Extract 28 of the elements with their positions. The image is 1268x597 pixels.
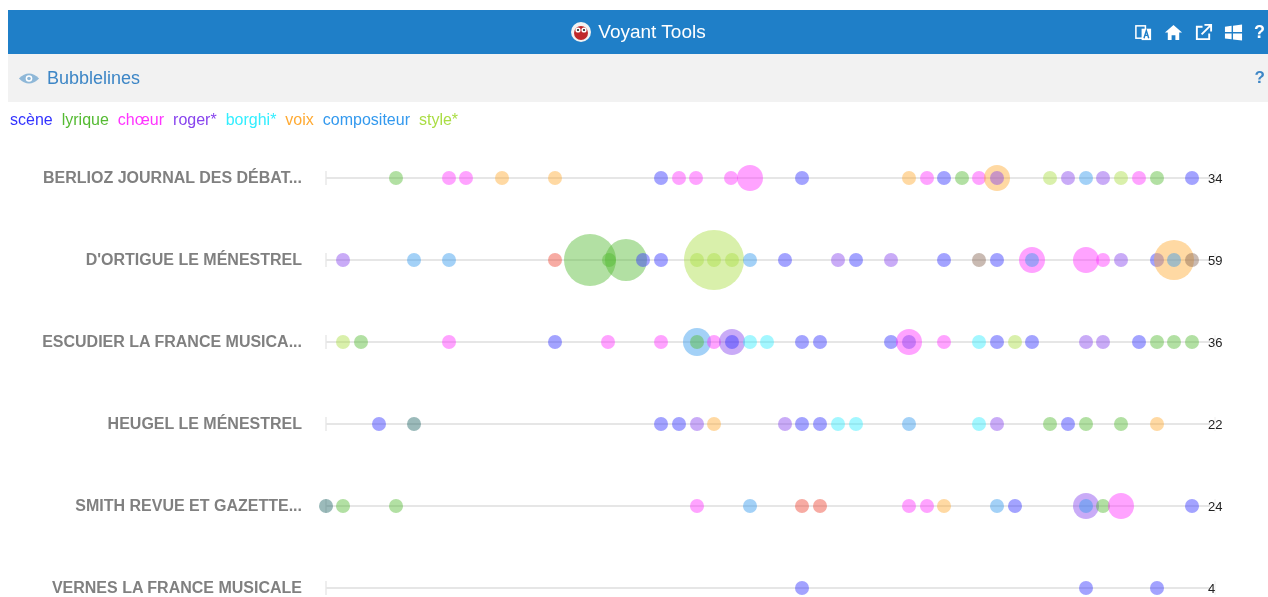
document-title: VERNES LA FRANCE MUSICALE [50,579,302,597]
owl-logo-icon [570,21,593,43]
translate-icon[interactable] [1134,22,1153,42]
legend-term[interactable]: style* [418,111,459,129]
document-title: SMITH REVUE ET GAZETTE... [74,497,302,515]
external-link-icon[interactable] [1194,22,1213,42]
legend-term[interactable]: compositeur [322,111,410,129]
help-icon[interactable]: ? [1254,21,1265,43]
document-title: HEUGEL LE MÉNESTREL [106,415,302,433]
panel-title: Bubblelines [47,67,142,89]
legend-term[interactable]: scène [10,111,53,129]
windows-icon[interactable] [1224,22,1243,42]
term-count: 4 [1208,580,1217,596]
term-count: 22 [1208,416,1224,432]
term-count: 24 [1208,498,1224,514]
document-title: ESCUDIER LA FRANCE MUSICA... [41,333,302,351]
home-icon[interactable] [1164,22,1183,42]
term-count: 36 [1208,334,1224,350]
legend-term[interactable]: lyrique [61,111,109,129]
legend-term[interactable]: chœur [117,111,165,129]
help-icon[interactable]: ? [1254,68,1265,88]
document-title: BERLIOZ JOURNAL DES DÉBAT... [42,169,302,187]
document-title: D'ORTIGUE LE MÉNESTREL [84,251,302,269]
app-title: Voyant Tools [598,21,706,43]
term-count: 59 [1208,252,1224,268]
term-count: 34 [1208,170,1224,186]
legend-term[interactable]: roger* [173,111,217,129]
legend-term[interactable]: voix [285,111,314,129]
